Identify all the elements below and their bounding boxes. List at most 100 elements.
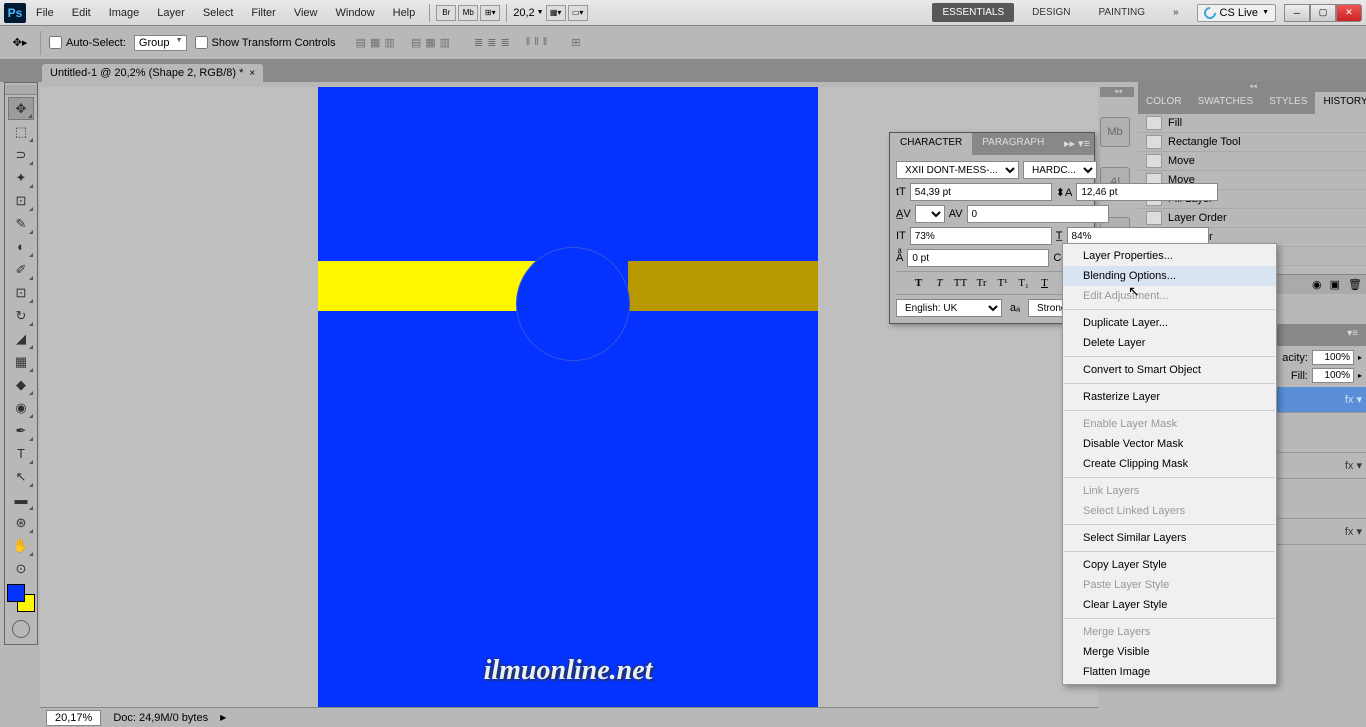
- font-family-dropdown[interactable]: XXII DONT-MESS-...: [896, 161, 1019, 179]
- ctx-layer-properties[interactable]: Layer Properties...: [1063, 246, 1276, 266]
- tab-color[interactable]: COLOR: [1138, 92, 1190, 114]
- document-canvas[interactable]: ilmuonline.net: [318, 87, 818, 707]
- show-transform-checkbox[interactable]: Show Transform Controls: [195, 36, 336, 49]
- foreground-color[interactable]: [7, 584, 25, 602]
- status-zoom[interactable]: 20,17%: [46, 710, 101, 726]
- align-icon[interactable]: ▦: [370, 36, 380, 49]
- menu-edit[interactable]: Edit: [64, 3, 99, 23]
- chevron-icon[interactable]: ▸: [1358, 353, 1362, 362]
- history-item[interactable]: Layer Order: [1138, 209, 1366, 228]
- tracking-input[interactable]: [967, 205, 1109, 223]
- history-delete-icon[interactable]: 🗑: [1348, 278, 1362, 291]
- menu-window[interactable]: Window: [328, 3, 383, 23]
- distribute-icon[interactable]: ‖: [534, 36, 539, 49]
- document-tab[interactable]: Untitled-1 @ 20,2% (Shape 2, RGB/8) * ×: [42, 64, 263, 82]
- baseline-input[interactable]: [907, 249, 1049, 267]
- tab-styles[interactable]: STYLES: [1261, 92, 1315, 114]
- align-icon[interactable]: ▤: [356, 36, 366, 49]
- quickmask-toggle[interactable]: [12, 620, 30, 638]
- crop-tool[interactable]: ⊡: [8, 189, 34, 212]
- ctx-duplicate-layer[interactable]: Duplicate Layer...: [1063, 313, 1276, 333]
- cs-live[interactable]: CS Live ▼: [1197, 4, 1276, 22]
- language-dropdown[interactable]: English: UK: [896, 299, 1002, 317]
- ctx-blending-options[interactable]: Blending Options...: [1063, 266, 1276, 286]
- move-tool[interactable]: ✥: [8, 97, 34, 120]
- distribute-icon[interactable]: ‖: [543, 36, 548, 49]
- type-sub[interactable]: T₁: [1015, 274, 1033, 292]
- gradient-tool[interactable]: ▦: [8, 350, 34, 373]
- menu-view[interactable]: View: [286, 3, 326, 23]
- distribute-icon[interactable]: ≣: [474, 36, 483, 49]
- status-arrow-icon[interactable]: ▶: [220, 713, 226, 722]
- brush-tool[interactable]: ✐: [8, 258, 34, 281]
- tab-paragraph[interactable]: PARAGRAPH: [972, 133, 1054, 155]
- screenmode-icon[interactable]: ▭▾: [568, 5, 588, 21]
- opacity-input[interactable]: [1312, 350, 1354, 365]
- align-icon[interactable]: ▤: [411, 36, 421, 49]
- shape-tool[interactable]: ▬: [8, 488, 34, 511]
- menu-layer[interactable]: Layer: [149, 3, 193, 23]
- tab-close-icon[interactable]: ×: [249, 68, 255, 79]
- history-brush-tool[interactable]: ↻: [8, 304, 34, 327]
- hand-tool[interactable]: ✋: [8, 534, 34, 557]
- distribute-icon[interactable]: ‖: [526, 36, 531, 49]
- shape-circle[interactable]: [516, 247, 630, 361]
- ruler-icon[interactable]: ⊞▾: [480, 5, 500, 21]
- workspace-design[interactable]: DESIGN: [1022, 3, 1080, 22]
- kerning-input[interactable]: [915, 205, 945, 223]
- ctx-merge-visible[interactable]: Merge Visible: [1063, 642, 1276, 662]
- type-underline[interactable]: T: [1036, 274, 1054, 292]
- leading-input[interactable]: [1076, 183, 1218, 201]
- dock-handle[interactable]: [1100, 87, 1134, 97]
- toolbox-handle[interactable]: [5, 85, 37, 95]
- workspace-painting[interactable]: PAINTING: [1088, 3, 1154, 22]
- ctx-rasterize-layer[interactable]: Rasterize Layer: [1063, 387, 1276, 407]
- font-size-input[interactable]: [910, 183, 1052, 201]
- type-italic[interactable]: T: [931, 274, 949, 292]
- wand-tool[interactable]: ✦: [8, 166, 34, 189]
- minibridge-panel-icon[interactable]: Mb: [1100, 117, 1130, 147]
- align-icon[interactable]: ▦: [425, 36, 435, 49]
- type-bold[interactable]: T: [910, 274, 928, 292]
- ctx-flatten-image[interactable]: Flatten Image: [1063, 662, 1276, 682]
- lasso-tool[interactable]: ⊃: [8, 143, 34, 166]
- minimize-button[interactable]: ─: [1284, 4, 1310, 22]
- close-button[interactable]: ✕: [1336, 4, 1362, 22]
- maximize-button[interactable]: ▢: [1310, 4, 1336, 22]
- menu-image[interactable]: Image: [101, 3, 148, 23]
- tab-character[interactable]: CHARACTER: [890, 133, 972, 155]
- vscale-input[interactable]: [910, 227, 1052, 245]
- ctx-create-clipping-mask[interactable]: Create Clipping Mask: [1063, 454, 1276, 474]
- menu-help[interactable]: Help: [385, 3, 424, 23]
- panel-handle[interactable]: [1138, 82, 1366, 92]
- font-style-dropdown[interactable]: HARDC...: [1023, 161, 1097, 179]
- type-tool[interactable]: T: [8, 442, 34, 465]
- pen-tool[interactable]: ✒: [8, 419, 34, 442]
- marquee-tool[interactable]: ⬚: [8, 120, 34, 143]
- eraser-tool[interactable]: ◢: [8, 327, 34, 350]
- stamp-tool[interactable]: ⊡: [8, 281, 34, 304]
- type-allcaps[interactable]: TT: [952, 274, 970, 292]
- chevron-icon[interactable]: ▸: [1358, 371, 1362, 380]
- auto-select-dropdown[interactable]: Group: [134, 35, 187, 51]
- menu-file[interactable]: File: [28, 3, 62, 23]
- move-tool-indicator[interactable]: ✥▸: [8, 31, 32, 55]
- history-snapshot-icon[interactable]: ◉: [1312, 278, 1322, 291]
- heal-tool[interactable]: ◐: [8, 235, 34, 258]
- auto-align-icon[interactable]: ⊞: [571, 36, 580, 49]
- minibridge-icon[interactable]: Mb: [458, 5, 478, 21]
- history-item[interactable]: Rectangle Tool: [1138, 133, 1366, 152]
- eyedropper-tool[interactable]: ✎: [8, 212, 34, 235]
- bridge-icon[interactable]: Br: [436, 5, 456, 21]
- ctx-disable-vector-mask[interactable]: Disable Vector Mask: [1063, 434, 1276, 454]
- fx-icon[interactable]: fx ▾: [1345, 393, 1362, 406]
- arrange-icon[interactable]: ▦▾: [546, 5, 566, 21]
- distribute-icon[interactable]: ≣: [500, 36, 509, 49]
- tab-history[interactable]: HISTORY: [1315, 92, 1366, 114]
- ctx-delete-layer[interactable]: Delete Layer: [1063, 333, 1276, 353]
- auto-select-checkbox[interactable]: Auto-Select:: [49, 36, 126, 49]
- distribute-icon[interactable]: ≣: [487, 36, 496, 49]
- fx-icon[interactable]: fx ▾: [1345, 525, 1362, 538]
- type-smallcaps[interactable]: Tr: [973, 274, 991, 292]
- panel-menu-icon[interactable]: ▾≡: [1339, 324, 1366, 346]
